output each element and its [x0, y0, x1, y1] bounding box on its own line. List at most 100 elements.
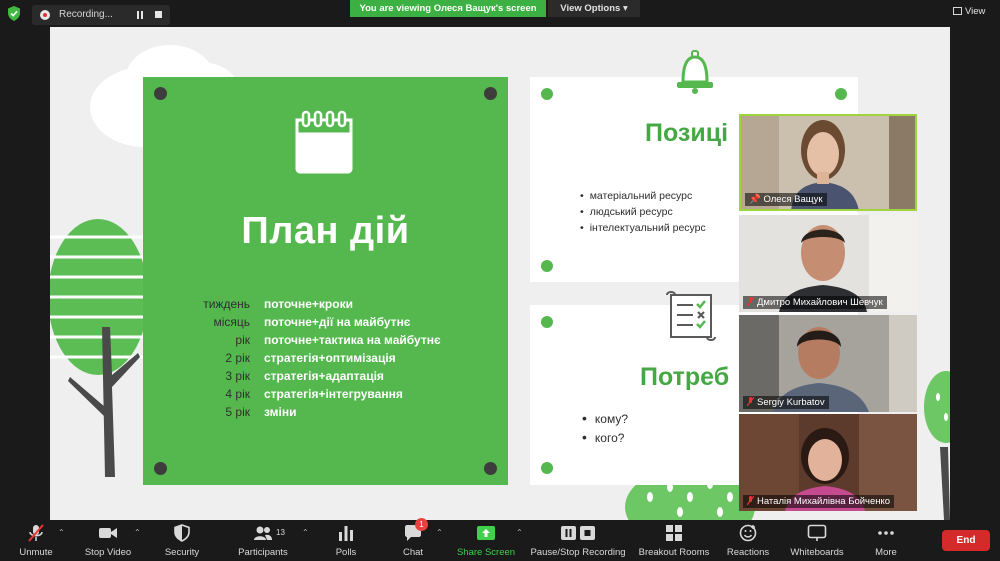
participant-name: Наталія Михайлівна Бойченко	[757, 496, 891, 507]
chevron-up-icon[interactable]: ⌃	[58, 528, 65, 537]
participant-name: Олеся Ващук	[763, 194, 823, 205]
pin-icon	[484, 462, 497, 475]
reactions-icon	[739, 524, 757, 542]
video-tile[interactable]: 📌 Олеся Ващук	[739, 114, 917, 211]
pin-icon	[541, 316, 553, 328]
chevron-down-icon: ▾	[622, 3, 628, 14]
chat-badge: 1	[415, 518, 428, 531]
view-button[interactable]: View	[953, 6, 985, 17]
recording-indicator: Recording...	[32, 5, 170, 25]
participants-button[interactable]: 13 Participants	[230, 520, 296, 561]
view-label: View	[965, 6, 986, 17]
participant-name-label: Дмитро Михайлович Шевчук	[743, 296, 887, 309]
action-plan-title: План дій	[241, 210, 410, 252]
pin-icon	[541, 260, 553, 272]
share-screen-icon	[477, 526, 495, 540]
video-camera-icon	[99, 528, 117, 538]
plan-period: 4 рік	[225, 387, 250, 401]
pin-icon	[835, 88, 847, 100]
checklist-scroll-icon	[666, 291, 716, 341]
calendar-icon	[295, 110, 353, 174]
participants-count: 13	[276, 528, 285, 537]
viewing-screen-banner: You are viewing Олеся Ващук's screen	[350, 0, 546, 17]
plan-action: стратегія+оптимізація	[264, 351, 396, 365]
mic-muted-icon	[28, 524, 44, 542]
whiteboards-label: Whiteboards	[790, 547, 844, 558]
mic-muted-icon	[746, 495, 755, 506]
plan-period: рік	[235, 333, 250, 347]
needs-item: кого?	[582, 429, 625, 445]
chevron-up-icon[interactable]: ⌃	[436, 528, 443, 537]
breakout-rooms-button[interactable]: Breakout Rooms	[636, 520, 712, 561]
grid-view-icon	[953, 7, 962, 15]
pin-icon: 📌	[749, 194, 761, 205]
tree-decoration	[924, 371, 950, 520]
plan-period: місяць	[213, 315, 250, 329]
end-meeting-button[interactable]: End	[942, 530, 990, 551]
video-tile[interactable]: Sergiy Kurbatov	[739, 315, 917, 412]
more-dots-icon	[878, 531, 894, 535]
whiteboard-icon	[807, 524, 827, 541]
meeting-toolbar: Unmute ⌃ Stop Video ⌃ Security 13 Partic…	[0, 518, 1000, 561]
pause-stop-recording-button[interactable]: Pause/Stop Recording	[528, 520, 628, 561]
video-tile[interactable]: Наталія Михайлівна Бойченко	[739, 414, 917, 511]
participants-label: Participants	[238, 547, 288, 558]
plan-action: зміни	[264, 405, 297, 419]
pin-icon	[154, 87, 167, 100]
share-screen-button[interactable]: Share Screen	[456, 520, 516, 561]
plan-action: поточне+кроки	[264, 297, 353, 311]
plan-period: 2 рік	[225, 351, 250, 365]
plan-period: 3 рік	[225, 369, 250, 383]
security-label: Security	[164, 547, 200, 558]
tree-decoration	[50, 219, 148, 477]
reactions-label: Reactions	[726, 547, 770, 558]
view-options-button[interactable]: View Options ▾	[548, 0, 640, 17]
positions-item: людський ресурс	[580, 206, 673, 218]
polls-icon	[339, 526, 353, 541]
plan-action: стратегія+інтегрування	[264, 387, 403, 401]
chevron-up-icon[interactable]: ⌃	[302, 528, 309, 537]
chat-button[interactable]: 1 Chat	[392, 518, 434, 561]
plan-period: 5 рік	[225, 405, 250, 419]
recording-label: Recording...	[59, 9, 113, 20]
breakout-rooms-icon	[666, 525, 682, 541]
unmute-label: Unmute	[19, 547, 53, 558]
needs-item: кому?	[582, 410, 628, 426]
chevron-up-icon[interactable]: ⌃	[516, 528, 523, 537]
stop-recording-icon[interactable]	[155, 11, 162, 18]
mic-muted-icon	[746, 296, 755, 307]
pin-icon	[541, 462, 553, 474]
participant-name-label: Sergiy Kurbatov	[743, 396, 829, 409]
unmute-button[interactable]: Unmute	[8, 520, 64, 561]
positions-title: Позиці	[645, 119, 729, 147]
top-bar: Recording... You are viewing Олеся Ващук…	[0, 0, 1000, 27]
shield-icon	[174, 524, 190, 542]
participant-name-label: 📌 Олеся Ващук	[745, 193, 827, 206]
polls-label: Polls	[335, 547, 357, 558]
pin-icon	[541, 88, 553, 100]
whiteboards-button[interactable]: Whiteboards	[784, 520, 850, 561]
breakout-rooms-label: Breakout Rooms	[638, 547, 710, 558]
plan-action: поточне+дії на майбутнє	[264, 315, 411, 329]
video-tile[interactable]: Дмитро Михайлович Шевчук	[739, 215, 917, 312]
positions-item: матеріальний ресурс	[580, 190, 693, 202]
polls-button[interactable]: Polls	[324, 520, 368, 561]
pause-stop-icon	[561, 526, 595, 540]
positions-item: інтелектуальний ресурс	[580, 222, 706, 234]
participant-name: Sergiy Kurbatov	[757, 397, 825, 408]
more-button[interactable]: More	[864, 520, 908, 561]
pause-recording-icon[interactable]	[136, 11, 144, 19]
pin-icon	[154, 462, 167, 475]
reactions-button[interactable]: Reactions	[722, 520, 774, 561]
chevron-up-icon[interactable]: ⌃	[134, 528, 141, 537]
shield-icon[interactable]	[7, 6, 21, 21]
pause-stop-recording-label: Pause/Stop Recording	[530, 547, 626, 558]
chat-label: Chat	[402, 547, 424, 558]
plan-action: поточне+тактика на майбутнє	[264, 333, 441, 347]
bell-icon	[677, 50, 713, 94]
plan-period: тиждень	[203, 297, 250, 311]
zoom-meeting-window: Recording... You are viewing Олеся Ващук…	[0, 0, 1000, 561]
participants-icon	[254, 526, 272, 540]
stop-video-button[interactable]: Stop Video	[80, 520, 136, 561]
security-button[interactable]: Security	[156, 520, 208, 561]
